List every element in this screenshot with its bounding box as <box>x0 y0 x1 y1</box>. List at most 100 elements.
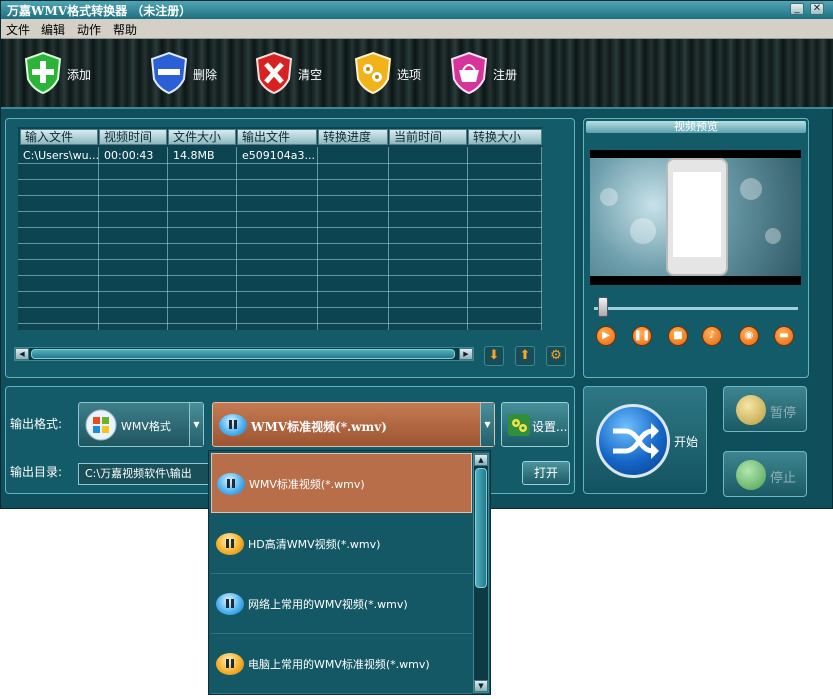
stop-button[interactable]: 停止 <box>723 451 807 497</box>
delete-label: 删除 <box>193 68 218 82</box>
pause-button[interactable]: 暂停 <box>723 386 807 432</box>
grid-line <box>388 147 389 330</box>
add-shield-icon <box>24 51 62 95</box>
profile-option[interactable]: 电脑上常用的WMV标准视频(*.wmv) <box>211 634 472 694</box>
windows-logo-icon <box>85 409 117 441</box>
profile-option[interactable]: HD高清WMV视频(*.wmv) <box>211 514 472 574</box>
output-dir-label: 输出目录: <box>10 465 63 479</box>
options-button[interactable]: 选项 <box>353 51 433 95</box>
preview-panel: 视频预览 ▶ ❚❚ ■ ♪ ◉ ▬ <box>583 118 809 378</box>
grid-line <box>18 323 542 324</box>
col-output-file[interactable]: 输出文件 <box>237 129 317 145</box>
menu-edit[interactable]: 编辑 <box>41 21 65 38</box>
seek-track[interactable] <box>594 307 798 310</box>
delete-button[interactable]: 删除 <box>149 51 229 95</box>
scroll-right-icon[interactable]: ▶ <box>459 348 473 360</box>
profile-dropdown-list[interactable]: WMV标准视频(*.wmv) HD高清WMV视频(*.wmv) 网络上常用的WM… <box>208 450 491 695</box>
start-button[interactable]: 开始 <box>583 386 707 494</box>
row-input-file[interactable]: C:\Users\wu... <box>23 149 99 162</box>
close-icon[interactable]: ✕ <box>810 3 824 15</box>
profile-option-label: 电脑上常用的WMV标准视频(*.wmv) <box>248 658 430 671</box>
file-info-button[interactable]: ⚙ <box>546 346 566 366</box>
clear-shield-icon <box>255 51 293 95</box>
move-down-button[interactable]: ⬇ <box>484 346 504 366</box>
grid-line <box>18 275 542 276</box>
toolbar: 添加 删除 清空 选项 注册 <box>1 39 833 109</box>
grid-line <box>18 211 542 212</box>
preview-title: 视频预览 <box>586 121 806 133</box>
settings-label: 设置... <box>532 420 568 434</box>
scrollbar-thumb[interactable] <box>31 349 455 359</box>
format-value: WMV格式 <box>121 420 171 433</box>
bokeh <box>765 228 781 244</box>
volume-icon: ♪ <box>708 330 716 341</box>
chevron-down-icon[interactable]: ▼ <box>480 403 494 446</box>
horizontal-scrollbar[interactable]: ◀ ▶ <box>14 347 474 361</box>
snapshot-button[interactable]: ◉ <box>739 326 759 346</box>
scroll-left-icon[interactable]: ◀ <box>15 348 29 360</box>
scroll-down-icon[interactable]: ▼ <box>474 680 488 692</box>
row-output-file[interactable]: e509104a3... <box>242 149 315 162</box>
clear-button[interactable]: 清空 <box>254 51 334 95</box>
menu-help[interactable]: 帮助 <box>113 21 137 38</box>
orange-pill-icon <box>216 533 244 555</box>
profile-option-label: HD高清WMV视频(*.wmv) <box>248 538 381 551</box>
bokeh <box>630 218 656 244</box>
output-dir-field[interactable]: C:\万嘉视频软件\输出 <box>78 463 214 485</box>
grid-line <box>236 147 237 330</box>
blue-pill-icon <box>216 593 244 615</box>
col-input-file[interactable]: 输入文件 <box>20 129 98 145</box>
open-folder-button[interactable]: ▬ <box>774 326 794 346</box>
play-button[interactable]: ▶ <box>596 326 616 346</box>
pause-preview-button[interactable]: ❚❚ <box>632 326 652 346</box>
profile-option[interactable]: 网络上常用的WMV视频(*.wmv) <box>211 574 472 634</box>
col-converted-size[interactable]: 转换大小 <box>468 129 542 145</box>
row-file-size[interactable]: 14.8MB <box>173 149 215 162</box>
col-current-time[interactable]: 当前时间 <box>389 129 467 145</box>
menu-file[interactable]: 文件 <box>6 21 30 38</box>
bokeh <box>740 178 762 200</box>
register-button[interactable]: 注册 <box>449 51 529 95</box>
scroll-up-icon[interactable]: ▲ <box>474 454 488 466</box>
grid-line <box>18 307 542 308</box>
blue-pill-icon <box>217 473 245 495</box>
vertical-scrollbar[interactable]: ▲ ▼ <box>473 453 489 693</box>
pause-icon <box>736 395 766 425</box>
move-up-button[interactable]: ⬆ <box>515 346 535 366</box>
video-preview[interactable] <box>590 150 801 285</box>
bokeh <box>600 188 618 206</box>
minimize-icon[interactable]: _ <box>790 3 804 15</box>
file-table[interactable]: 输入文件 视频时间 文件大小 输出文件 转换进度 当前时间 转换大小 C:\Us… <box>18 127 542 330</box>
profile-select[interactable]: WMV标准视频(*.wmv) ▼ <box>212 402 495 447</box>
col-progress[interactable]: 转换进度 <box>318 129 388 145</box>
scrollbar-thumb[interactable] <box>475 468 487 588</box>
pause-icon: ❚❚ <box>633 330 651 341</box>
row-duration[interactable]: 00:00:43 <box>104 149 153 162</box>
menu-bar: 文件 编辑 动作 帮助 <box>1 19 833 39</box>
basket-shield-icon <box>450 51 488 95</box>
title-bar[interactable]: 万嘉WMV格式转换器 （未注册） _ ✕ <box>1 1 833 19</box>
stop-preview-button[interactable]: ■ <box>668 326 688 346</box>
arrow-down-icon: ⬇ <box>488 348 500 363</box>
seek-slider[interactable] <box>597 297 608 317</box>
profile-pill-icon <box>219 414 247 436</box>
window-title: 万嘉WMV格式转换器 （未注册） <box>7 4 192 18</box>
col-file-size[interactable]: 文件大小 <box>168 129 236 145</box>
volume-button[interactable]: ♪ <box>702 326 722 346</box>
video-frame <box>590 158 801 276</box>
play-icon: ▶ <box>602 330 610 341</box>
open-dir-button[interactable]: 打开 <box>522 461 570 485</box>
format-select[interactable]: WMV格式 ▼ <box>78 402 204 447</box>
grid-line <box>541 147 542 330</box>
menu-action[interactable]: 动作 <box>77 21 101 38</box>
chevron-down-icon[interactable]: ▼ <box>189 403 203 446</box>
gear-icon <box>508 414 530 436</box>
col-duration[interactable]: 视频时间 <box>99 129 167 145</box>
settings-button[interactable]: 设置... <box>501 402 569 447</box>
grid-line <box>18 259 542 260</box>
app-window: 万嘉WMV格式转换器 （未注册） _ ✕ 文件 编辑 动作 帮助 添加 删除 清… <box>0 0 833 509</box>
profile-option[interactable]: WMV标准视频(*.wmv) <box>211 453 472 513</box>
arrow-up-icon: ⬆ <box>519 348 531 363</box>
profile-value: WMV标准视频(*.wmv) <box>251 420 387 434</box>
add-button[interactable]: 添加 <box>23 51 113 95</box>
